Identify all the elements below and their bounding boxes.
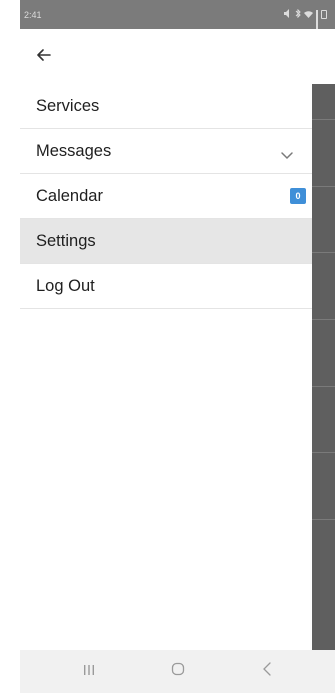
signal-icon xyxy=(316,10,318,34)
back-button[interactable] xyxy=(32,45,56,69)
navigation-drawer: Services Messages Calendar 0 Settings Lo… xyxy=(20,84,312,309)
chevron-down-icon[interactable] xyxy=(280,146,294,160)
mute-icon xyxy=(284,9,292,20)
divider xyxy=(312,186,335,187)
menu-item-messages[interactable]: Messages xyxy=(20,129,312,174)
menu-item-label: Settings xyxy=(36,231,96,250)
menu-item-services[interactable]: Services xyxy=(20,84,312,129)
battery-icon xyxy=(321,10,327,19)
menu-item-calendar[interactable]: Calendar 0 xyxy=(20,174,312,219)
system-back-button[interactable] xyxy=(247,657,287,687)
menu-item-settings[interactable]: Settings xyxy=(20,219,312,264)
menu-item-label: Messages xyxy=(36,141,112,160)
calendar-count-badge: 0 xyxy=(290,188,306,204)
home-button[interactable] xyxy=(158,657,198,687)
divider xyxy=(312,252,335,253)
menu-item-label: Services xyxy=(36,96,100,115)
menu-item-label: Calendar xyxy=(36,186,103,205)
status-bar: 2:41 xyxy=(20,0,335,34)
arrow-left-icon xyxy=(37,48,51,66)
recents-icon xyxy=(83,663,95,681)
divider xyxy=(312,319,335,320)
status-icons xyxy=(284,8,327,34)
back-icon xyxy=(262,662,272,681)
bluetooth-icon xyxy=(295,8,301,20)
menu-item-label: Log Out xyxy=(36,276,95,295)
recents-button[interactable] xyxy=(69,657,109,687)
divider xyxy=(312,386,335,387)
status-time: 2:41 xyxy=(24,9,42,20)
divider xyxy=(312,519,335,520)
divider xyxy=(312,452,335,453)
wifi-icon xyxy=(304,10,313,20)
menu-item-log-out[interactable]: Log Out xyxy=(20,264,312,309)
screen: 2:41 Services Messages Calendar 0 Settin… xyxy=(0,0,335,693)
left-margin xyxy=(0,0,20,693)
divider xyxy=(312,119,335,120)
app-bar xyxy=(20,29,335,84)
home-icon xyxy=(171,662,185,681)
content-scrim[interactable] xyxy=(312,84,335,650)
system-nav-bar xyxy=(20,650,335,693)
